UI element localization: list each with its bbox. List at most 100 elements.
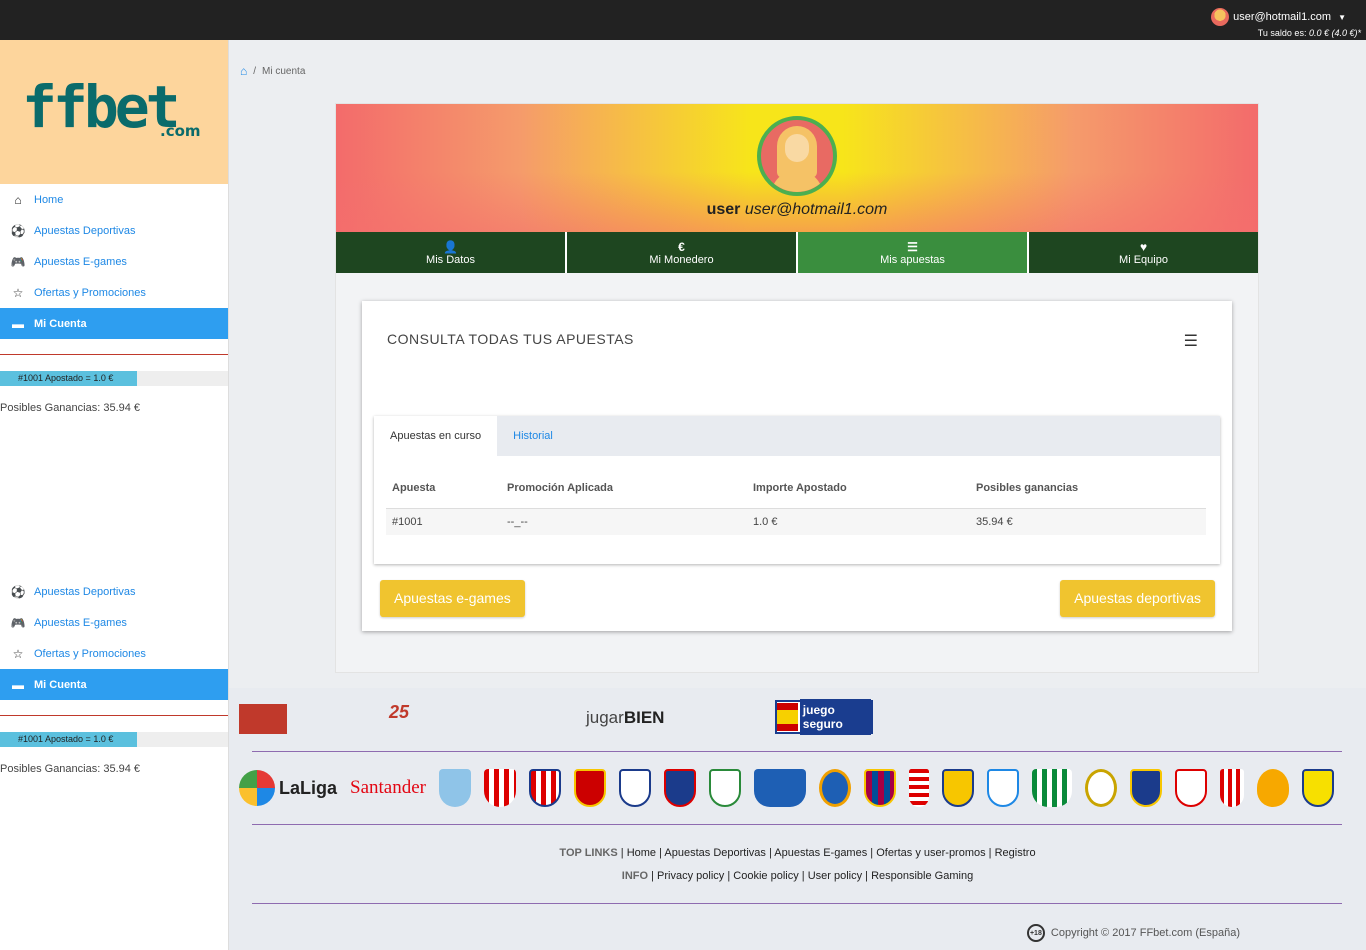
laspalmas-crest-icon[interactable] [942, 769, 974, 807]
sidebar-item-account[interactable]: ▬ Mi Cuenta [0, 308, 228, 339]
bets-table: Apuesta Promoción Aplicada Importe Apost… [386, 468, 1206, 535]
osasuna-crest-icon[interactable] [574, 769, 606, 807]
footer-link-user-policy[interactable]: User policy [808, 870, 862, 882]
copyright-text: Copyright © 2017 FFbet.com (España) [1050, 927, 1240, 939]
list-icon: ☰ [907, 239, 918, 254]
eibar-crest-icon[interactable] [664, 769, 696, 807]
spain-flag-icon [777, 703, 798, 731]
logo[interactable]: ffbet .com [0, 40, 228, 184]
top-links-label: TOP LINKS [559, 847, 618, 859]
column-header: Apuesta [386, 468, 501, 509]
sidebar-item-egames[interactable]: 🎮 Apuestas E-games [0, 607, 228, 638]
barcelona-crest-icon[interactable] [864, 769, 896, 807]
footer-link-promos[interactable]: Ofertas y user-promos [876, 847, 985, 859]
gamepad-icon: 🎮 [10, 615, 26, 630]
home-icon[interactable]: ⌂ [240, 64, 247, 78]
realmadrid-crest-icon[interactable] [1085, 769, 1117, 807]
partner-logo-juego-seguro[interactable]: juego seguro [775, 699, 873, 735]
deportivo-crest-icon[interactable] [619, 769, 651, 807]
footer-link-sports[interactable]: Apuestas Deportivas [664, 847, 766, 859]
footer-link-responsible[interactable]: Responsible Gaming [871, 870, 973, 882]
footer-links: TOP LINKS | Home | Apuestas Deportivas |… [229, 842, 1366, 888]
sidebar-item-label: Apuestas Deportivas [34, 224, 136, 237]
tab-historial[interactable]: Historial [497, 416, 569, 456]
sidebar-item-home[interactable]: ⌂ Home [0, 184, 228, 215]
betis-crest-icon[interactable] [1032, 769, 1072, 807]
column-header: Posibles ganancias [970, 468, 1206, 509]
tab-mi-monedero[interactable]: € Mi Monedero [567, 232, 798, 273]
tab-mis-apuestas[interactable]: ☰ Mis apuestas [798, 232, 1029, 273]
jugar-text: jugar [586, 708, 624, 727]
bien-text: BIEN [623, 708, 665, 727]
laliga-text: LaLiga [279, 777, 338, 798]
malaga-crest-icon[interactable] [987, 769, 1019, 807]
table-cell: 35.94 € [970, 508, 1206, 535]
account-tabs: 👤 Mis Datos € Mi Monedero ☰ Mis apuestas ♥ M… [336, 232, 1258, 273]
age-18-icon: +18 [1026, 924, 1045, 942]
sidebar-item-sports[interactable]: ⚽ Apuestas Deportivas [0, 215, 228, 246]
valencia-crest-icon[interactable] [1257, 769, 1289, 807]
tab-mis-datos[interactable]: 👤 Mis Datos [336, 232, 567, 273]
footer-link-register[interactable]: Registro [995, 847, 1036, 859]
partner-logos: 25 jugarBIEN juego seguro [239, 699, 919, 736]
laliga-logo[interactable]: LaLiga [239, 770, 337, 806]
footer-link-home[interactable]: Home [627, 847, 656, 859]
granada-crest-icon[interactable] [909, 769, 929, 807]
sidebar-item-offers[interactable]: ☆ Ofertas y Promociones [0, 638, 228, 669]
leganes-crest-icon[interactable] [709, 769, 741, 807]
juego-seguro-text: juego seguro [799, 699, 871, 735]
balance-label: Tu saldo es: [1257, 28, 1307, 38]
athletic-crest-icon[interactable] [484, 769, 516, 807]
card-title: CONSULTA TODAS TUS APUESTAS [387, 331, 634, 347]
balance: Tu saldo es: 0.0 € (4.0 €)* [1258, 28, 1361, 38]
top-bar: user@hotmail1.com ▼ Tu saldo es: 0.0 € (… [0, 0, 1366, 40]
sports-button[interactable]: Apuestas deportivas [1060, 580, 1215, 617]
atletico-crest-icon[interactable] [529, 769, 561, 807]
user-menu[interactable]: user@hotmail1.com ▼ [1211, 8, 1346, 26]
logo-text: ffbet [22, 73, 181, 141]
profile-name: user user@hotmail1.com [336, 201, 1258, 219]
profile-hero: user user@hotmail1.com [336, 104, 1258, 232]
sidebar-item-label: Apuestas Deportivas [34, 585, 136, 598]
footer-link-privacy[interactable]: Privacy policy [657, 870, 724, 882]
euro-icon: € [678, 239, 685, 254]
sidebar-item-account[interactable]: ▬ Mi Cuenta [0, 669, 228, 700]
santander-logo[interactable]: Santander [350, 777, 426, 799]
celta-crest-icon[interactable] [439, 769, 471, 807]
sidebar-item-egames[interactable]: 🎮 Apuestas E-games [0, 246, 228, 277]
tab-apuestas-en-curso[interactable]: Apuestas en curso [374, 416, 498, 456]
partner-logo-jugar-bien[interactable]: jugarBIEN [586, 708, 664, 728]
sporting-crest-icon[interactable] [1220, 769, 1244, 807]
partner-logo-gaming-authority[interactable] [239, 704, 287, 734]
inner-tabs: Apuestas en curso Historial [374, 416, 1220, 456]
sidebar: ffbet .com ⌂ Home ⚽ Apuestas Deportivas 🎮 A… [0, 40, 229, 950]
info-label: INFO [621, 870, 649, 882]
possible-gains: Posibles Ganancias: 35.94 € [0, 763, 141, 775]
table-cell: 1.0 € [747, 508, 970, 535]
sidebar-item-label: Apuestas E-games [34, 255, 127, 268]
sevilla-crest-icon[interactable] [1175, 769, 1207, 807]
egames-button[interactable]: Apuestas e-games [380, 580, 525, 617]
divider [0, 339, 228, 355]
user-icon: 👤 [443, 239, 458, 254]
sidebar-item-label: Apuestas E-games [34, 616, 127, 629]
account-panel: user user@hotmail1.com 👤 Mis Datos € Mi Mo… [335, 103, 1259, 673]
user-avatar [1211, 8, 1230, 26]
footer-link-egames[interactable]: Apuestas E-games [774, 847, 867, 859]
column-header: Importe Apostado [747, 468, 970, 509]
alaves-crest-icon[interactable] [754, 769, 806, 807]
villarreal-crest-icon[interactable] [1302, 769, 1334, 807]
sidebar-item-sports[interactable]: ⚽ Apuestas Deportivas [0, 576, 228, 607]
tab-label: Mi Monedero [649, 253, 714, 266]
table-row: #1001 --_-- 1.0 € 35.94 € [386, 508, 1206, 535]
list-icon[interactable]: ☰ [1184, 331, 1198, 351]
tab-mi-equipo[interactable]: ♥ Mi Equipo [1029, 232, 1258, 273]
id-card-icon: ▬ [12, 677, 24, 692]
star-icon: ☆ [12, 646, 24, 661]
sidebar-item-offers[interactable]: ☆ Ofertas y Promociones [0, 277, 228, 308]
realsociedad-crest-icon[interactable] [1130, 769, 1162, 807]
partner-logo-25-anniversary[interactable]: 25 [389, 702, 475, 734]
espanyol-crest-icon[interactable] [819, 769, 851, 807]
bets-table-panel: Apuestas en curso Historial Apuesta Prom… [374, 416, 1220, 564]
footer-link-cookie[interactable]: Cookie policy [733, 870, 798, 882]
